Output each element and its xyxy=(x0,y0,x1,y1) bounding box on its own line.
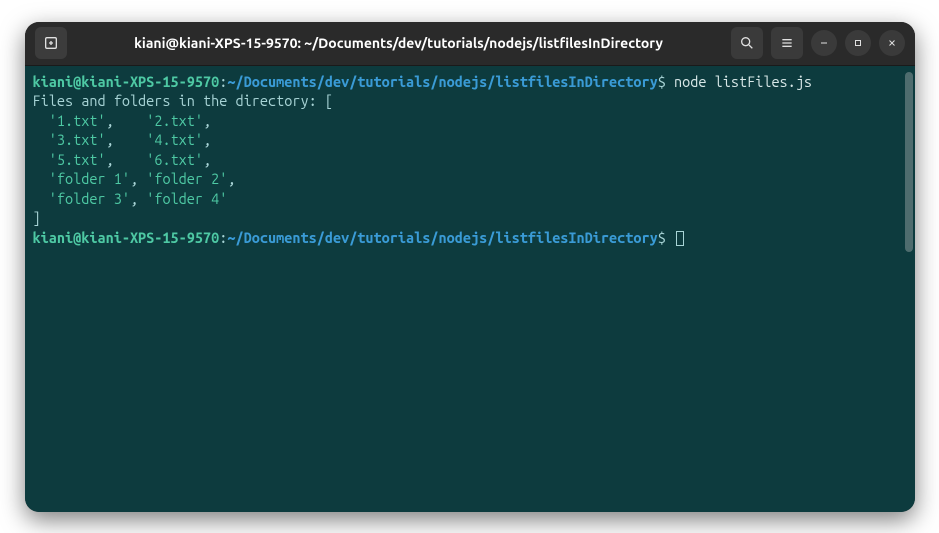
terminal-window: kiani@kiani-XPS-15-9570: ~/Documents/dev… xyxy=(25,22,915,512)
user-host: kiani@kiani-XPS-15-9570 xyxy=(33,229,220,246)
hamburger-icon xyxy=(779,35,795,51)
cwd-path: ~/Documents/dev/tutorials/nodejs/listfil… xyxy=(227,73,657,90)
search-icon xyxy=(739,35,755,51)
menu-button[interactable] xyxy=(771,27,803,59)
output-line: 'folder 3', 'folder 4' xyxy=(33,189,907,209)
terminal-body[interactable]: kiani@kiani-XPS-15-9570:~/Documents/dev/… xyxy=(25,66,915,512)
prompt-line: kiani@kiani-XPS-15-9570:~/Documents/dev/… xyxy=(33,228,907,248)
minimize-button[interactable] xyxy=(811,30,837,56)
cursor xyxy=(676,231,684,246)
close-icon xyxy=(886,37,898,49)
new-tab-icon xyxy=(43,35,59,51)
maximize-icon xyxy=(852,37,864,49)
output-line: 'folder 1', 'folder 2', xyxy=(33,169,907,189)
prompt-line: kiani@kiani-XPS-15-9570:~/Documents/dev/… xyxy=(33,72,907,92)
window-title: kiani@kiani-XPS-15-9570: ~/Documents/dev… xyxy=(75,35,723,51)
prompt-symbol: $ xyxy=(658,73,666,90)
window-controls xyxy=(811,30,905,56)
prompt-symbol: $ xyxy=(658,229,666,246)
output-line: '3.txt', '4.txt', xyxy=(33,130,907,150)
output-line: '5.txt', '6.txt', xyxy=(33,150,907,170)
close-button[interactable] xyxy=(879,30,905,56)
cwd-path: ~/Documents/dev/tutorials/nodejs/listfil… xyxy=(227,229,657,246)
search-button[interactable] xyxy=(731,27,763,59)
scrollbar-thumb[interactable] xyxy=(905,72,913,252)
minimize-icon xyxy=(818,37,830,49)
output-line: Files and folders in the directory: [ xyxy=(33,91,907,111)
output-line: '1.txt', '2.txt', xyxy=(33,111,907,131)
maximize-button[interactable] xyxy=(845,30,871,56)
new-tab-button[interactable] xyxy=(35,27,67,59)
titlebar: kiani@kiani-XPS-15-9570: ~/Documents/dev… xyxy=(25,22,915,66)
output-line: ] xyxy=(33,208,907,228)
user-host: kiani@kiani-XPS-15-9570 xyxy=(33,73,220,90)
command-text: node listFiles.js xyxy=(674,73,812,90)
